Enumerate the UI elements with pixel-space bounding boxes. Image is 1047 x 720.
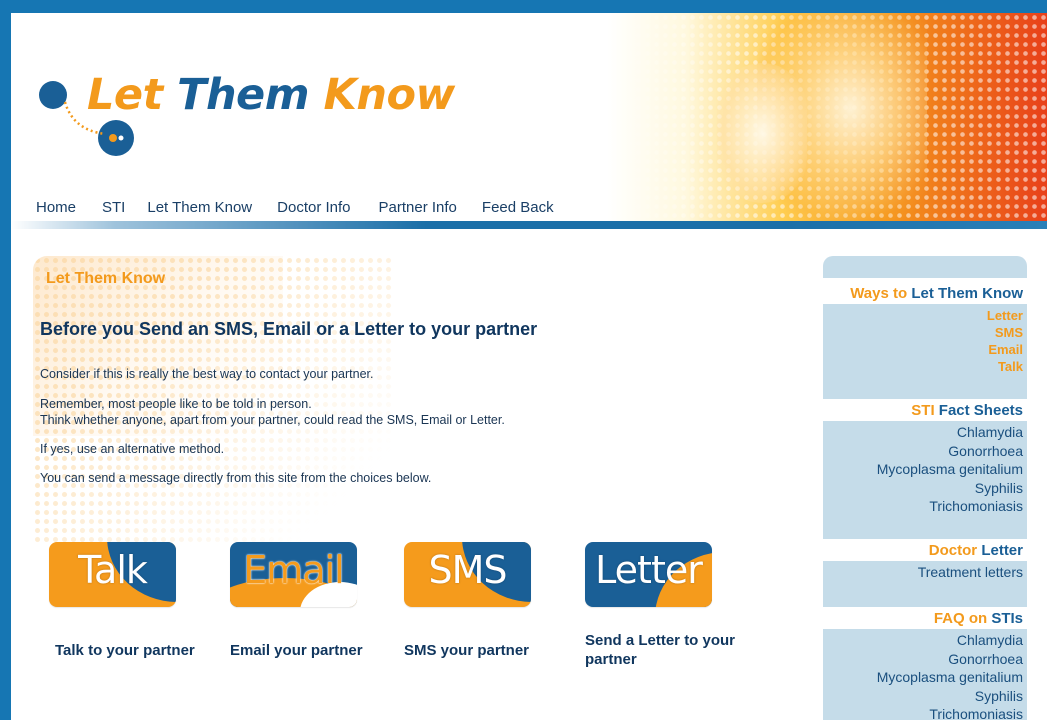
sidebar-ways-title-a: Ways to xyxy=(850,285,908,302)
sidebar-ways-title: Ways to Let Them Know xyxy=(823,282,1027,304)
sidebar-faq-chlamydia[interactable]: Chlamydia xyxy=(823,631,1023,650)
email-caption-link[interactable]: Email your partner xyxy=(230,641,410,660)
sidebar-facts: STI Fact Sheets Chlamydia Gonorrhoea Myc… xyxy=(823,399,1027,539)
letter-badge-label: Letter xyxy=(595,548,703,592)
sidebar-faq-gonorrhoea[interactable]: Gonorrhoea xyxy=(823,650,1023,669)
nav-partner-info[interactable]: Partner Info xyxy=(379,199,457,219)
sms-badge-label: SMS xyxy=(428,548,507,592)
sidebar-doctor-title: Doctor Letter xyxy=(823,539,1027,561)
sms-badge-button[interactable]: SMS xyxy=(404,542,531,607)
logo-word-know: Know xyxy=(323,70,456,120)
paragraph-send-direct: You can send a message directly from thi… xyxy=(40,471,432,485)
photo-hand xyxy=(717,63,807,203)
sidebar-faq-title-a: FAQ on xyxy=(933,610,988,627)
site-header: Let Them Know Home STI Let Them Know Doc… xyxy=(11,13,1047,225)
letter-caption-link[interactable]: Send a Letter to your partner xyxy=(585,631,760,669)
sidebar-facts-title-a: STI xyxy=(911,402,935,419)
sidebar-link-sms[interactable]: SMS xyxy=(823,324,1023,341)
sidebar-fact-chlamydia[interactable]: Chlamydia xyxy=(823,423,1023,442)
nav-let-them-know[interactable]: Let Them Know xyxy=(147,199,252,219)
paragraph-if-yes: If yes, use an alternative method. xyxy=(40,442,225,456)
sidebar-cap xyxy=(823,256,1027,278)
sidebar-link-talk[interactable]: Talk xyxy=(823,358,1023,375)
section-label: Let Them Know xyxy=(46,270,166,287)
sidebar-link-letter[interactable]: Letter xyxy=(823,307,1023,324)
logo[interactable]: Let Them Know xyxy=(35,68,455,168)
paragraph-remember-line1: Remember, most people like to be told in… xyxy=(40,397,312,411)
sidebar: Ways to Let Them Know Letter SMS Email T… xyxy=(823,256,1027,720)
logo-text: Let Them Know xyxy=(87,70,455,120)
logo-word-let: Let xyxy=(87,70,163,120)
sidebar-facts-title: STI Fact Sheets xyxy=(823,399,1027,421)
logo-word-them: Them xyxy=(177,70,310,120)
letter-badge-button[interactable]: Letter xyxy=(585,542,712,607)
sidebar-ways-list: Letter SMS Email Talk xyxy=(823,304,1027,399)
email-badge-button[interactable]: Email xyxy=(230,542,357,607)
method-letter[interactable]: Letter Send a Letter to your partner xyxy=(585,542,765,669)
main-nav: Home STI Let Them Know Doctor Info Partn… xyxy=(36,199,580,219)
page: Let Them Know Home STI Let Them Know Doc… xyxy=(11,13,1047,720)
sidebar-doctor-list: Treatment letters xyxy=(823,561,1027,607)
header-photo xyxy=(607,13,1047,225)
talk-badge-button[interactable]: Talk xyxy=(49,542,176,607)
page-title: Before you Send an SMS, Email or a Lette… xyxy=(40,319,538,339)
email-badge-label: Email xyxy=(243,548,344,592)
sidebar-faq-title: FAQ on STIs xyxy=(823,607,1027,629)
talk-badge-label: Talk xyxy=(78,548,148,592)
paragraph-consider: Consider if this is really the best way … xyxy=(40,367,374,381)
method-talk[interactable]: Talk Talk to your partner xyxy=(49,542,229,660)
sidebar-fact-gonorrhoea[interactable]: Gonorrhoea xyxy=(823,442,1023,461)
paragraph-remember-line2: Think whether anyone, apart from your pa… xyxy=(40,413,505,427)
header-divider xyxy=(11,221,1047,229)
sidebar-doctor: Doctor Letter Treatment letters xyxy=(823,539,1027,607)
sidebar-faq-mycoplasma[interactable]: Mycoplasma genitalium xyxy=(823,668,1023,687)
nav-home[interactable]: Home xyxy=(36,199,76,219)
sidebar-treatment-letters[interactable]: Treatment letters xyxy=(823,563,1023,582)
sidebar-doctor-title-b: Letter xyxy=(981,542,1023,559)
method-email[interactable]: Email Email your partner xyxy=(230,542,410,660)
sidebar-fact-mycoplasma[interactable]: Mycoplasma genitalium xyxy=(823,460,1023,479)
sidebar-fact-syphilis[interactable]: Syphilis xyxy=(823,479,1023,498)
talk-caption-link[interactable]: Talk to your partner xyxy=(55,641,229,660)
nav-doctor-info[interactable]: Doctor Info xyxy=(277,199,350,219)
sidebar-doctor-title-a: Doctor xyxy=(928,542,978,559)
content-area: Let Them Know Before you Send an SMS, Em… xyxy=(11,233,1047,720)
method-sms[interactable]: SMS SMS your partner xyxy=(404,542,584,660)
sidebar-link-email[interactable]: Email xyxy=(823,341,1023,358)
sidebar-faq-title-b: STIs xyxy=(991,610,1023,627)
sidebar-faq-trichomoniasis[interactable]: Trichomoniasis xyxy=(823,705,1023,720)
sidebar-faq: FAQ on STIs Chlamydia Gonorrhoea Mycopla… xyxy=(823,607,1027,720)
sidebar-faq-list: Chlamydia Gonorrhoea Mycoplasma genitali… xyxy=(823,629,1027,720)
nav-feed-back[interactable]: Feed Back xyxy=(482,199,554,219)
sidebar-facts-list: Chlamydia Gonorrhoea Mycoplasma genitali… xyxy=(823,421,1027,539)
main-content: Let Them Know Before you Send an SMS, Em… xyxy=(33,256,793,720)
sidebar-ways-title-b: Let Them Know xyxy=(911,285,1023,302)
nav-sti[interactable]: STI xyxy=(102,199,125,219)
sidebar-facts-title-b: Fact Sheets xyxy=(938,402,1023,419)
sms-caption-link[interactable]: SMS your partner xyxy=(404,641,584,660)
paragraph-remember: Remember, most people like to be told in… xyxy=(40,396,505,428)
sidebar-faq-syphilis[interactable]: Syphilis xyxy=(823,687,1023,706)
sidebar-ways: Ways to Let Them Know Letter SMS Email T… xyxy=(823,282,1027,399)
sidebar-fact-trichomoniasis[interactable]: Trichomoniasis xyxy=(823,497,1023,516)
